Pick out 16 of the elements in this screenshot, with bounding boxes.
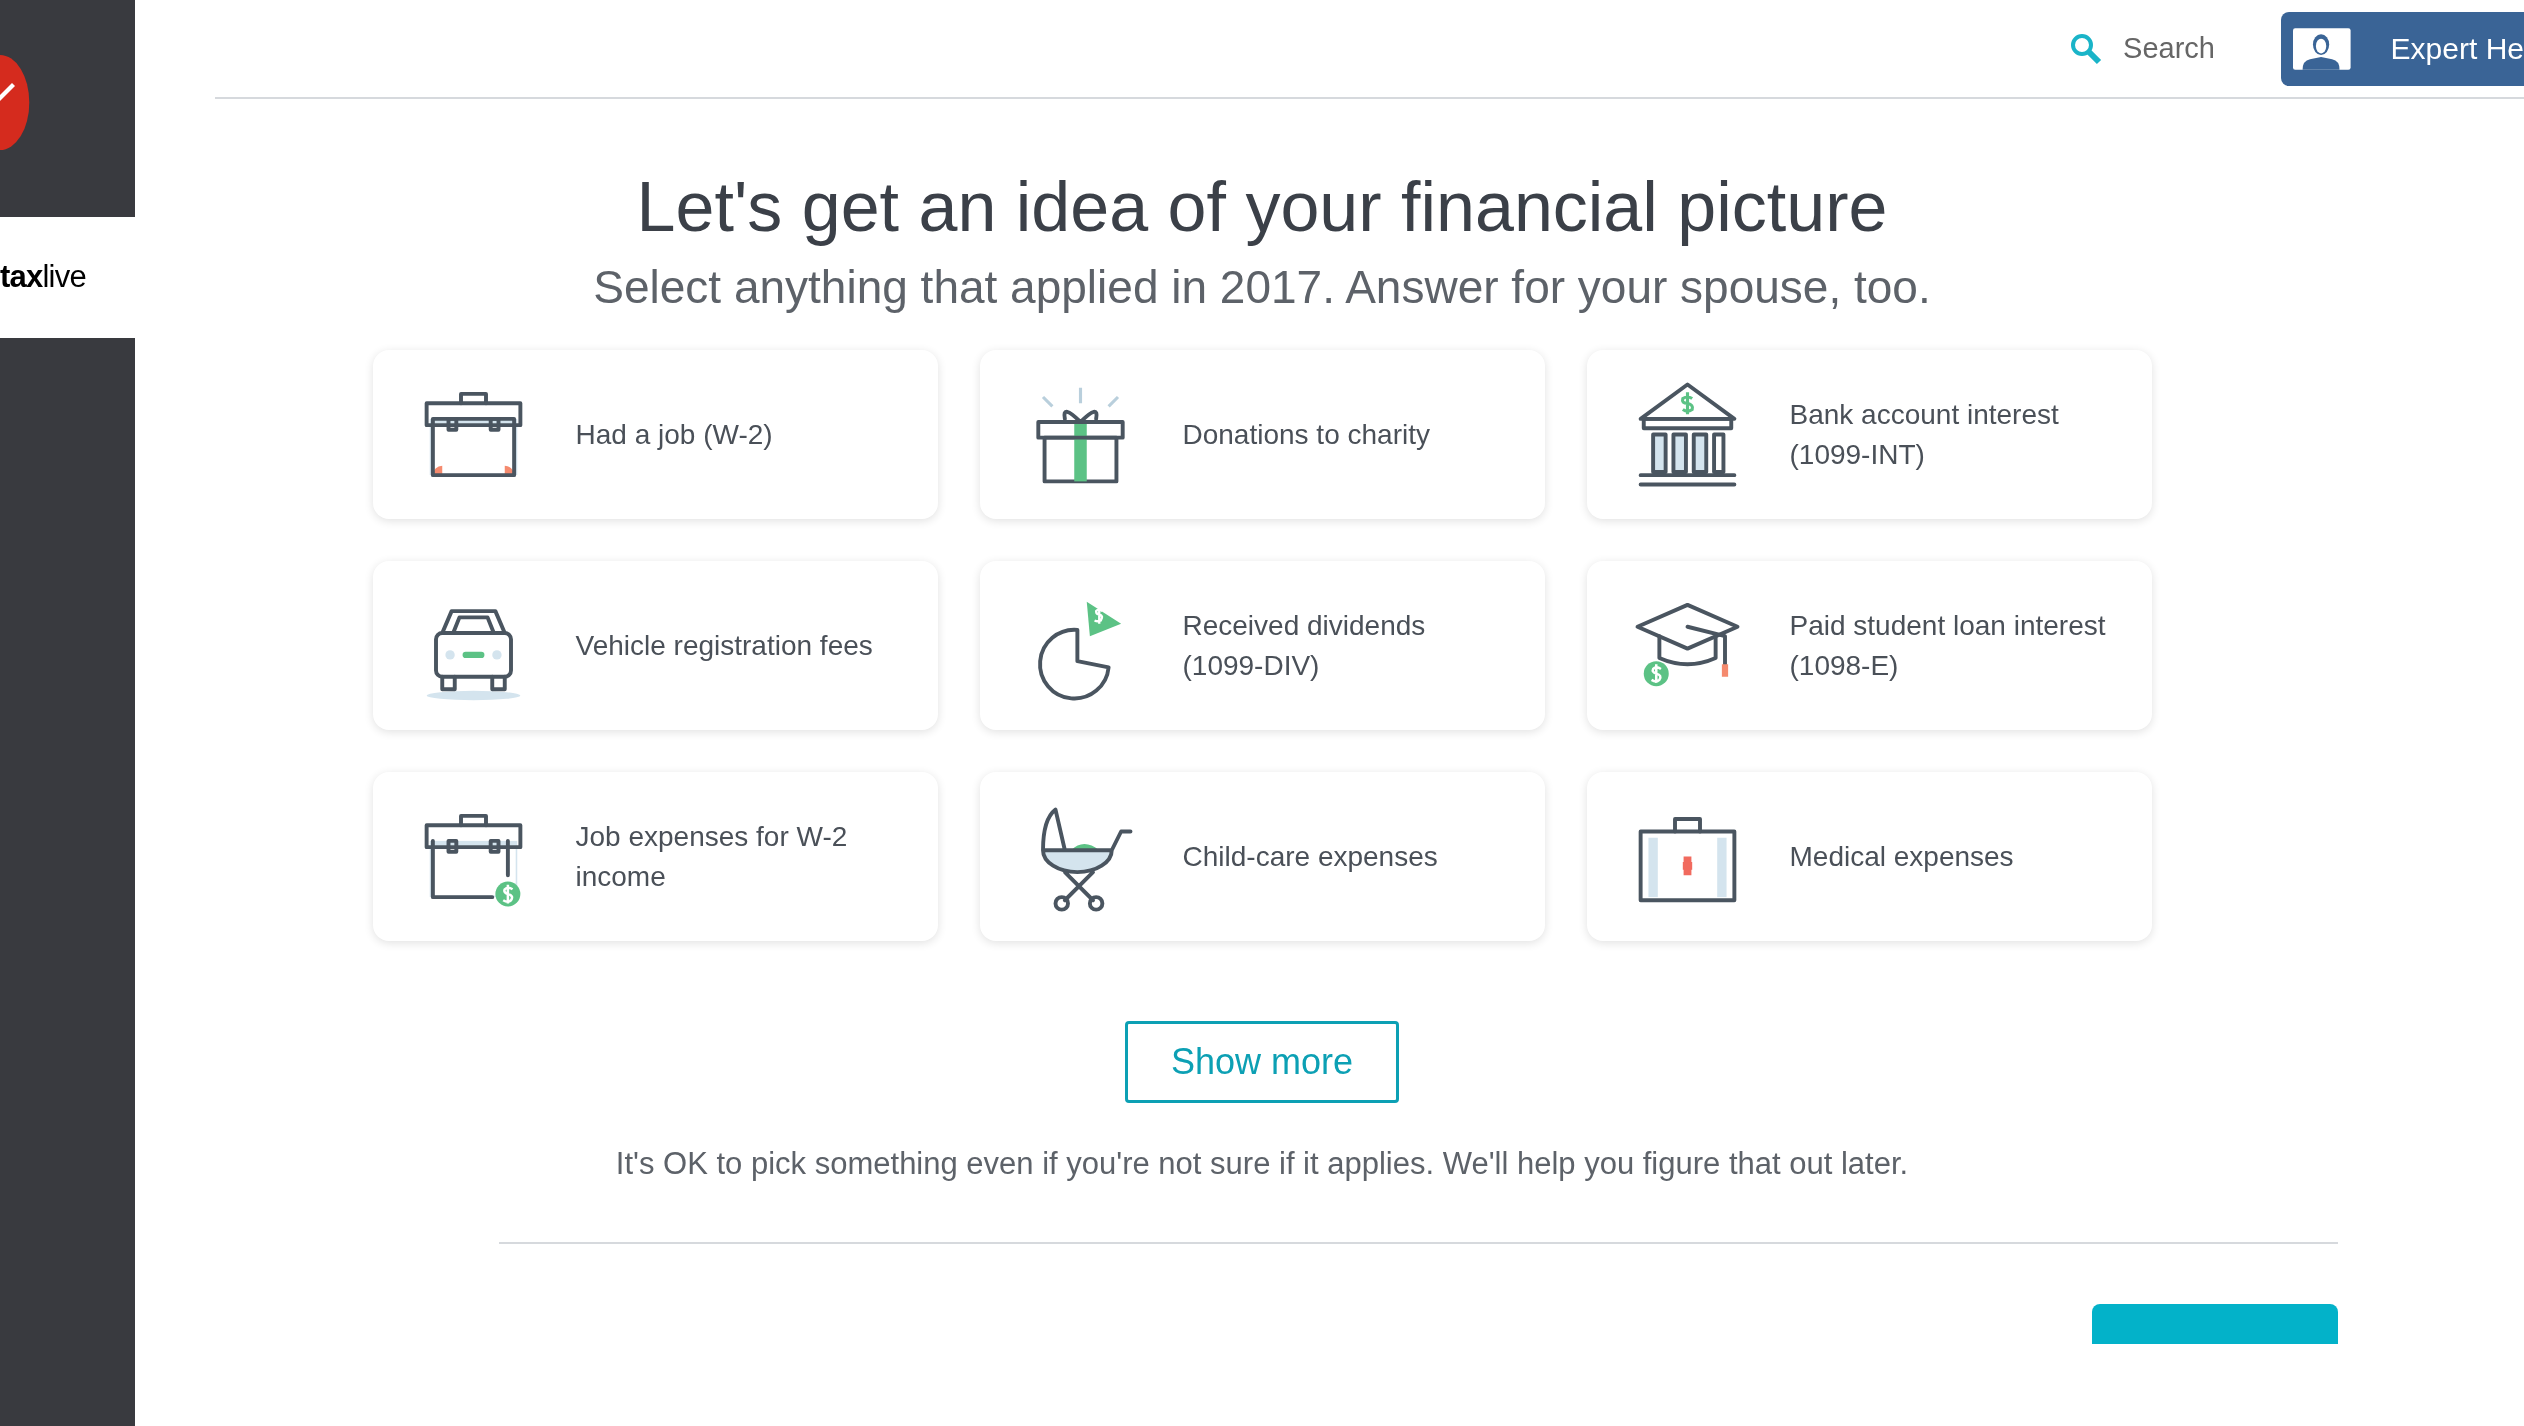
option-card[interactable]: Child-care expenses: [979, 772, 1545, 941]
option-card[interactable]: Paid student loan interest (1098-E): [1586, 561, 2152, 730]
search-icon: [2069, 31, 2104, 66]
logo-icon: [0, 55, 30, 150]
option-card[interactable]: Bank account interest (1099-INT): [1586, 350, 2152, 519]
option-card[interactable]: Vehicle registration fees: [372, 561, 938, 730]
brand-logo-text: taxlive: [0, 258, 86, 297]
option-card[interactable]: Job expenses for W-2 income: [372, 772, 938, 941]
search-link[interactable]: Search: [2069, 26, 2215, 71]
option-card[interactable]: Had a job (W-2): [372, 350, 938, 519]
option-card[interactable]: Received dividends (1099-DIV): [979, 561, 1545, 730]
option-card[interactable]: Medical expenses: [1586, 772, 2152, 941]
option-card[interactable]: Donations to charity: [979, 350, 1545, 519]
helper-note: It's OK to pick something even if you're not sure if it applies. We'll help you figure that out later.: [615, 1145, 1909, 1183]
expert-help-button[interactable]: Expert He: [2281, 11, 2524, 86]
continue-button[interactable]: [2092, 1303, 2338, 1344]
